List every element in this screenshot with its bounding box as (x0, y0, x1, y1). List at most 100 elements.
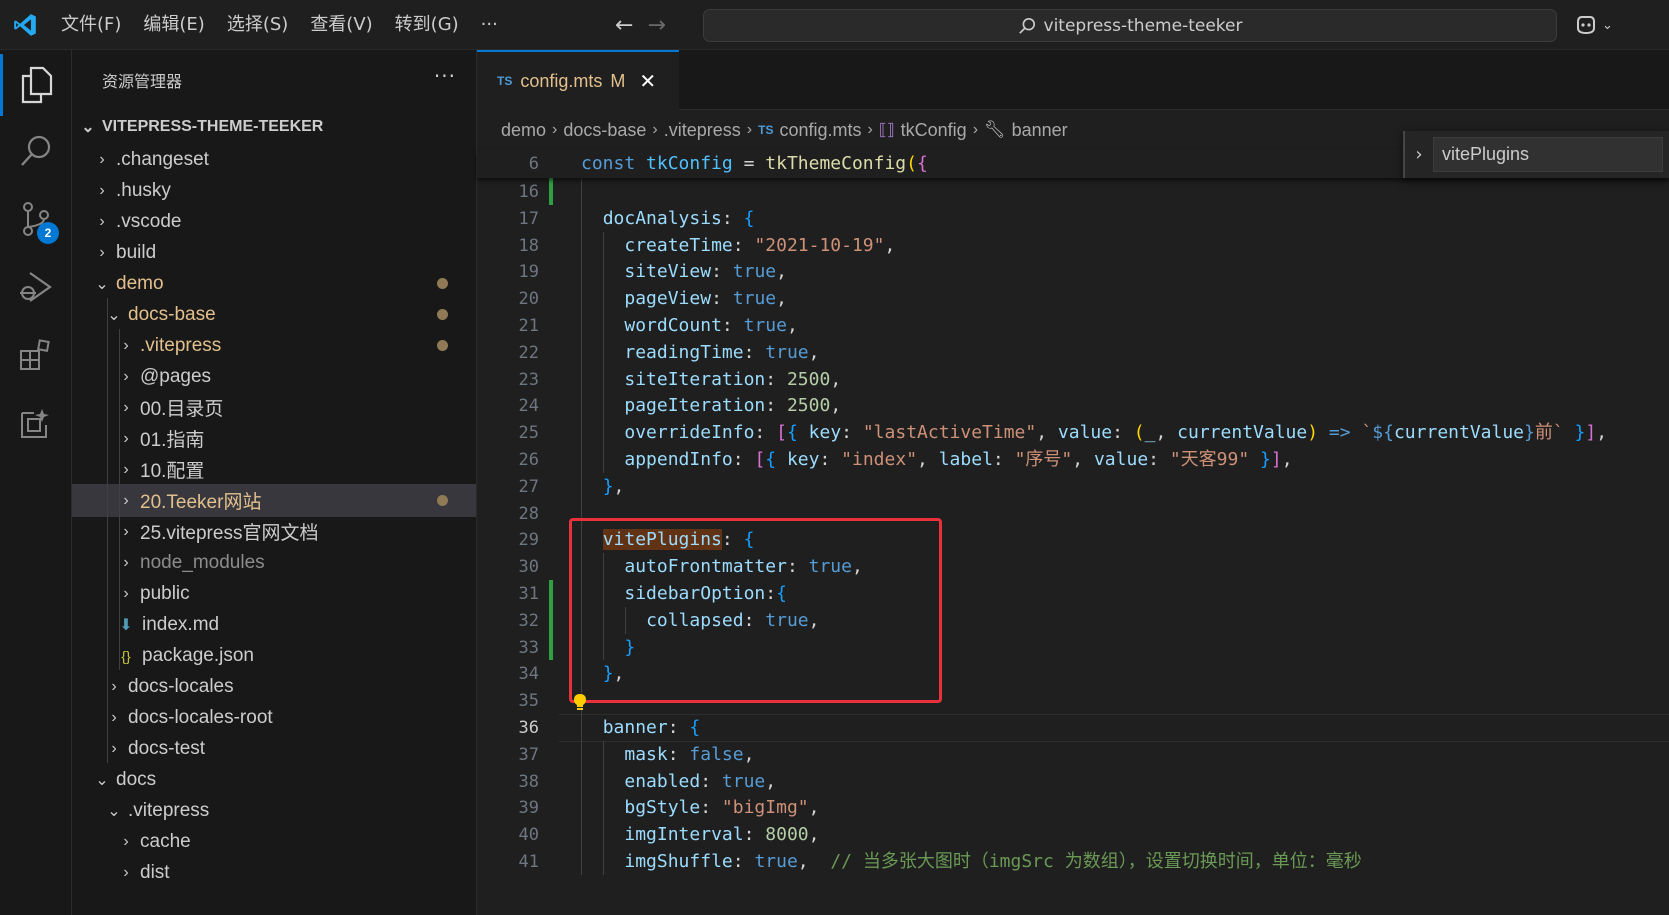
tree-item[interactable]: ⌄ docs (72, 763, 476, 796)
tree-item-label: cache (140, 830, 191, 852)
tree-item[interactable]: › .vscode (72, 205, 476, 238)
explorer-header: 资源管理器 ··· (72, 50, 476, 110)
gutter-change-marker[interactable] (549, 178, 553, 205)
menu-go[interactable]: 转到(G) (384, 0, 470, 50)
tree-item[interactable]: › 10.配置 (72, 453, 476, 486)
chevron-right-icon: › (972, 121, 979, 138)
tree-item[interactable]: › 25.vitepress官网文档 (72, 515, 476, 548)
close-icon[interactable]: ✕ (639, 69, 656, 94)
tree-item[interactable]: › cache (72, 825, 476, 858)
breadcrumb-item[interactable]: banner (1012, 120, 1068, 141)
tab-config-mts[interactable]: TS config.mts M ✕ (477, 50, 679, 110)
menu-edit[interactable]: 编辑(E) (132, 0, 215, 50)
more-actions-icon[interactable]: ··· (434, 64, 456, 88)
source-control-icon[interactable]: 2 (0, 184, 72, 254)
code-line[interactable]: 19 siteView: true, (477, 258, 1669, 286)
tree-item[interactable]: ⌄ demo (72, 267, 476, 300)
tree-item[interactable]: › .vitepress (72, 329, 476, 362)
copilot-button[interactable]: ⌄ (1574, 10, 1613, 40)
tree-item[interactable]: › build (72, 236, 476, 269)
code-line[interactable]: 38 enabled: true, (477, 768, 1669, 796)
search-icon[interactable] (0, 116, 72, 186)
tree-item[interactable]: › @pages (72, 360, 476, 393)
remote-explorer-icon[interactable] (0, 388, 72, 458)
code-text: pageIteration: 2500, (624, 395, 842, 417)
breadcrumb-item[interactable]: .vitepress (664, 120, 741, 141)
code-line[interactable]: 41 imgShuffle: true, // 当多张大图时（imgSrc 为数… (477, 848, 1669, 876)
modified-dot-icon (437, 495, 448, 506)
tree-item[interactable]: ⌄ docs-base (72, 298, 476, 331)
code-line[interactable]: 22 readingTime: true, (477, 339, 1669, 367)
code-line[interactable]: 24 pageIteration: 2500, (477, 392, 1669, 420)
menu-view[interactable]: 查看(V) (299, 0, 383, 50)
menu-selection[interactable]: 选择(S) (216, 0, 299, 50)
code-line[interactable]: 18 createTime: "2021-10-19", (477, 232, 1669, 260)
tree-item-label: docs (116, 768, 157, 790)
chevron-down-icon: ⌄ (95, 275, 109, 293)
indent-guide (107, 298, 108, 763)
breadcrumb-item[interactable]: docs-base (563, 120, 646, 141)
tree-item[interactable]: › 01.指南 (72, 422, 476, 455)
tree-item[interactable]: › .husky (72, 174, 476, 207)
tree-item[interactable]: › 20.Teeker网站 (72, 484, 476, 517)
tree-item-label: 10.配置 (140, 461, 205, 482)
lightbulb-icon[interactable] (573, 693, 587, 716)
code-line[interactable]: 16 (477, 178, 1669, 206)
tree-item[interactable]: › public (72, 577, 476, 610)
back-arrow-icon[interactable]: ← (615, 13, 633, 38)
tree-item-label: index.md (142, 613, 220, 635)
tree-item[interactable]: {} package.json (72, 639, 476, 672)
line-number: 16 (518, 182, 539, 202)
tree-item[interactable]: › .changeset (72, 143, 476, 176)
tree-item[interactable]: › node_modules (72, 546, 476, 579)
tree-item-label: .husky (116, 179, 171, 201)
tree-item[interactable]: ⌄ .vitepress (72, 794, 476, 827)
chevron-down-icon: ⌄ (95, 771, 109, 789)
line-number: 28 (518, 503, 539, 524)
tab-label: config.mts (520, 70, 603, 91)
code-line[interactable]: 36 banner: { (477, 714, 1669, 742)
menu-more[interactable]: ··· (470, 0, 509, 50)
find-input[interactable]: vitePlugins (1433, 137, 1663, 172)
code-line[interactable]: 20 pageView: true, (477, 285, 1669, 313)
indent-guide (581, 151, 582, 875)
command-center-search[interactable]: vitepress-theme-teeker (703, 9, 1557, 42)
code-line[interactable]: 17 docAnalysis: { (477, 205, 1669, 233)
code-line[interactable]: 40 imgInterval: 8000, (477, 821, 1669, 849)
tree-item[interactable]: › docs-locales-root (72, 701, 476, 734)
breadcrumb-item[interactable]: tkConfig (901, 120, 967, 141)
workspace-root[interactable]: ⌄ VITEPRESS-THEME-TEEKER (72, 110, 476, 143)
tree-item-label: docs-base (128, 303, 216, 325)
code-editor[interactable]: 6 const tkConfig = tkThemeConfig({ 16 17 … (477, 150, 1669, 915)
code-line[interactable]: 23 siteIteration: 2500, (477, 366, 1669, 394)
chevron-right-icon[interactable]: › (1405, 144, 1433, 165)
menu-bar: 文件(F) 编辑(E) 选择(S) 查看(V) 转到(G) ··· (50, 0, 509, 50)
breadcrumb-item[interactable]: demo (501, 120, 546, 141)
explorer-icon[interactable] (0, 50, 72, 120)
tree-item[interactable]: › dist (72, 856, 476, 889)
code-line[interactable]: 26 appendInfo: [{ key: "index", label: "… (477, 446, 1669, 474)
code-line[interactable]: 21 wordCount: true, (477, 312, 1669, 340)
forward-arrow-icon[interactable]: → (647, 13, 665, 38)
tree-item[interactable]: ⬇ index.md (72, 608, 476, 641)
breadcrumb-item[interactable]: config.mts (779, 120, 861, 141)
line-number: 6 (528, 154, 539, 174)
run-debug-icon[interactable] (0, 252, 72, 322)
code-line[interactable]: 39 bgStyle: "bigImg", (477, 794, 1669, 822)
tree-item-label: 01.指南 (140, 430, 205, 451)
indent-guide (603, 740, 604, 875)
tree-item[interactable]: › 00.目录页 (72, 391, 476, 424)
tree-item-label: build (116, 241, 157, 263)
menu-file[interactable]: 文件(F) (50, 0, 132, 50)
gutter-change-marker[interactable] (549, 580, 553, 661)
tree-item-label: package.json (142, 644, 254, 666)
code-line[interactable]: 37 mask: false, (477, 741, 1669, 769)
tab-bar: TS config.mts M ✕ (477, 50, 1669, 110)
code-line[interactable]: 25 overrideInfo: [{ key: "lastActiveTime… (477, 419, 1669, 447)
tree-item[interactable]: › docs-locales (72, 670, 476, 703)
sticky-code: const tkConfig = tkThemeConfig({ (581, 153, 928, 174)
code-line[interactable]: 27 }, (477, 473, 1669, 501)
extensions-icon[interactable] (0, 320, 72, 390)
code-text: pageView: true, (624, 288, 787, 310)
tree-item[interactable]: › docs-test (72, 732, 476, 765)
